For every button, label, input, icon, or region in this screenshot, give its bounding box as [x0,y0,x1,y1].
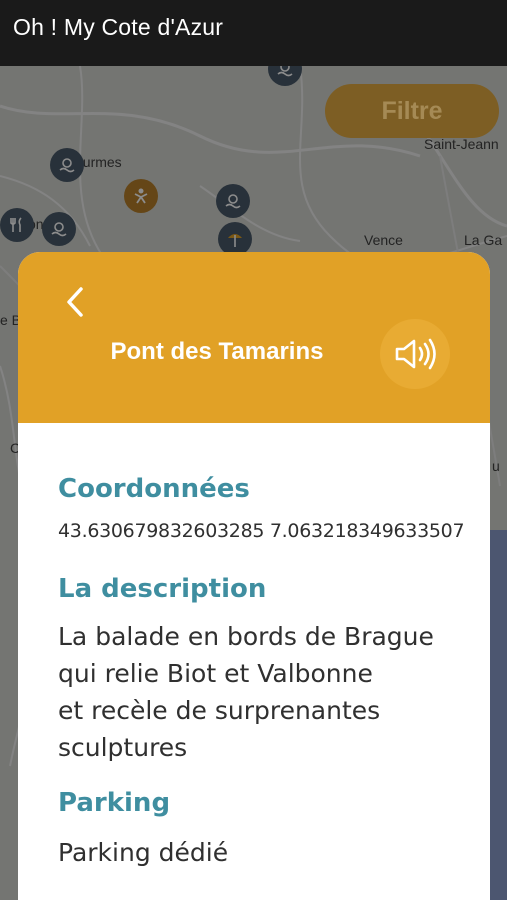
filter-button-label: Filtre [381,96,443,125]
description-line: sculptures [58,733,188,762]
description-line: et recèle de surprenantes [58,696,381,725]
description-line: qui relie Biot et Valbonne [58,659,373,688]
card-header: Pont des Tamarins [18,252,490,423]
back-button[interactable] [58,285,92,319]
app-title: Oh ! My Cote d'Azur [13,14,224,40]
app-screen: Oh ! My Cote d'Azur ourmes ourdon Vence … [0,0,507,900]
place-detail-card: Pont des Tamarins Coordonnées 43.6306798… [18,252,490,900]
place-title: Pont des Tamarins [110,338,324,365]
description-heading: La description [58,574,267,604]
description-line: La balade en bords de Brague [58,622,434,651]
speaker-icon [395,338,436,370]
card-body: Coordonnées 43.630679832603285 7.0632183… [58,472,488,871]
description-text: La balade en bords de Brague qui relie B… [58,618,488,766]
background-panel-edge [490,530,507,900]
parking-heading: Parking [58,788,171,818]
coordinates-value: 43.630679832603285 7.063218349633507 [58,520,465,542]
filter-button[interactable]: Filtre [325,84,499,138]
coordinates-heading: Coordonnées [58,474,250,504]
parking-value: Parking dédié [58,838,229,867]
app-bar: Oh ! My Cote d'Azur [0,0,507,66]
audio-play-button[interactable] [380,319,450,389]
chevron-left-icon [67,287,83,317]
